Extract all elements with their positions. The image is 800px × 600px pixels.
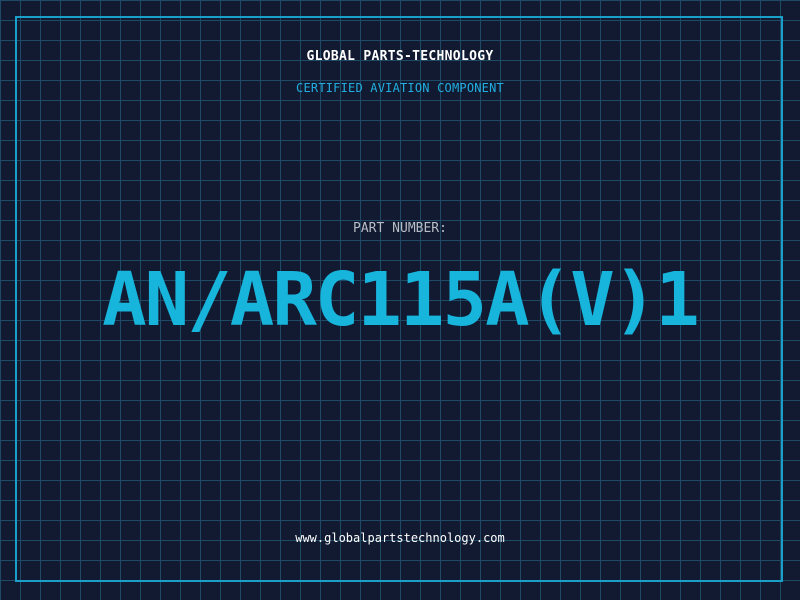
- certification-subtitle: CERTIFIED AVIATION COMPONENT: [296, 81, 504, 95]
- part-number-value: AN/ARC115A(V)1: [102, 257, 700, 343]
- part-number-label: PART NUMBER:: [353, 221, 447, 236]
- website-url: www.globalpartstechnology.com: [295, 531, 505, 545]
- certificate-card: GLOBAL PARTS-TECHNOLOGY CERTIFIED AVIATI…: [0, 0, 800, 600]
- company-name: GLOBAL PARTS-TECHNOLOGY: [306, 49, 494, 64]
